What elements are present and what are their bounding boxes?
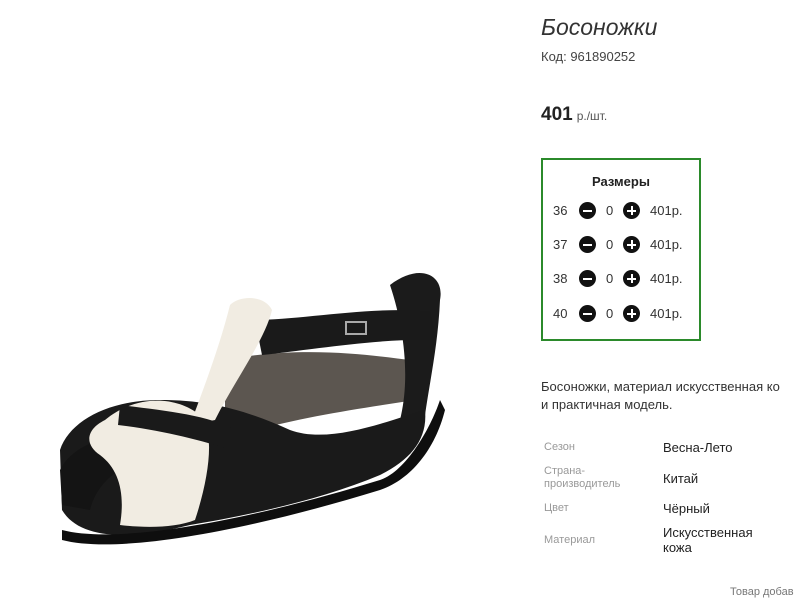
attribute-value-line: кожа xyxy=(663,540,692,555)
size-price: 401р. xyxy=(650,203,683,218)
attribute-value: Чёрный xyxy=(663,501,710,516)
decrease-quantity-button[interactable] xyxy=(579,236,596,253)
size-price: 401р. xyxy=(650,306,683,321)
size-price: 401р. xyxy=(650,271,683,286)
attribute-key: Сезон xyxy=(544,441,575,453)
quantity-value: 0 xyxy=(606,306,614,321)
attribute-key-line: производитель xyxy=(544,478,621,490)
description-line: и практичная модель. xyxy=(541,397,673,412)
quantity-value: 0 xyxy=(606,203,614,218)
product-photo xyxy=(0,0,530,607)
quantity-value: 0 xyxy=(606,237,614,252)
sandal-image xyxy=(60,273,445,545)
size-label: 38 xyxy=(553,271,568,286)
footer-note: Товар добав xyxy=(730,586,794,598)
increase-quantity-button[interactable] xyxy=(623,236,640,253)
sizes-title: Размеры xyxy=(592,174,650,189)
attribute-key: Страна- производитель xyxy=(544,465,620,491)
decrease-quantity-button[interactable] xyxy=(579,270,596,287)
increase-quantity-button[interactable] xyxy=(623,305,640,322)
product-title: Босоножки xyxy=(541,14,658,40)
description-line: Босоножки, материал искусственная ко xyxy=(541,379,780,394)
decrease-quantity-button[interactable] xyxy=(579,202,596,219)
size-row: 40 0 401р. xyxy=(543,303,699,325)
increase-quantity-button[interactable] xyxy=(623,270,640,287)
attribute-value: Китай xyxy=(663,471,699,486)
attribute-value-line: Искусственная xyxy=(663,525,753,540)
size-label: 40 xyxy=(553,306,568,321)
product-price: 401 р./шт. xyxy=(541,104,607,126)
attribute-value: Весна-Лето xyxy=(663,440,733,455)
size-row: 36 0 401р. xyxy=(543,200,699,222)
size-row: 37 0 401р. xyxy=(543,234,699,256)
attribute-value: Искусственная кожа xyxy=(663,525,753,555)
decrease-quantity-button[interactable] xyxy=(579,305,596,322)
increase-quantity-button[interactable] xyxy=(623,202,640,219)
attribute-key-line: Страна- xyxy=(544,465,586,477)
size-price: 401р. xyxy=(650,237,683,252)
product-description: Босоножки, материал искусственная ко и п… xyxy=(541,378,802,414)
price-value: 401 xyxy=(541,104,573,125)
size-row: 38 0 401р. xyxy=(543,268,699,290)
quantity-value: 0 xyxy=(606,271,614,286)
sizes-panel: Размеры 36 0 401р. 37 0 401р. 38 0 401р.… xyxy=(541,158,701,341)
product-code: Код: 961890252 xyxy=(541,49,636,64)
size-label: 37 xyxy=(553,237,568,252)
attribute-key: Материал xyxy=(544,534,595,546)
attribute-key: Цвет xyxy=(544,502,569,514)
price-unit: р./шт. xyxy=(576,109,608,123)
size-label: 36 xyxy=(553,203,568,218)
